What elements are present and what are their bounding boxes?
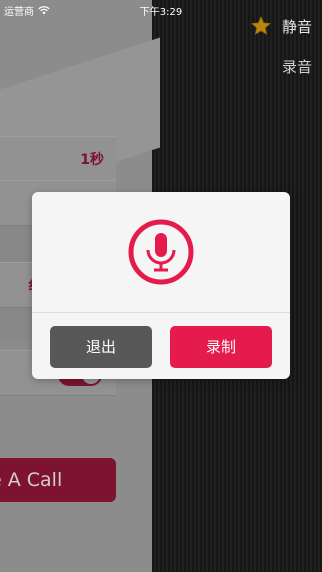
menu-item-mute[interactable]: 静音 <box>250 15 312 37</box>
menu-item-mute-label: 静音 <box>281 17 312 36</box>
dialog-divider <box>32 312 290 313</box>
star-icon <box>250 15 272 36</box>
exit-button[interactable]: 退出 <box>50 326 152 368</box>
record-button[interactable]: 录制 <box>170 326 272 368</box>
call-button-label: e A Call <box>0 469 63 491</box>
status-time: 下午3:29 <box>139 7 183 18</box>
menu-item-record-label: 录音 <box>281 58 312 76</box>
make-a-call-button[interactable]: e A Call <box>0 458 116 502</box>
delay-value: 1秒 <box>80 152 104 168</box>
settings-row-delay[interactable]: 1秒 <box>0 136 116 182</box>
menu-item-record[interactable]: 录音 <box>282 56 312 77</box>
status-bar: 运营商 下午3:29 <box>0 0 322 18</box>
record-dialog: 退出 录制 <box>32 192 290 379</box>
microphone-icon <box>128 219 194 285</box>
